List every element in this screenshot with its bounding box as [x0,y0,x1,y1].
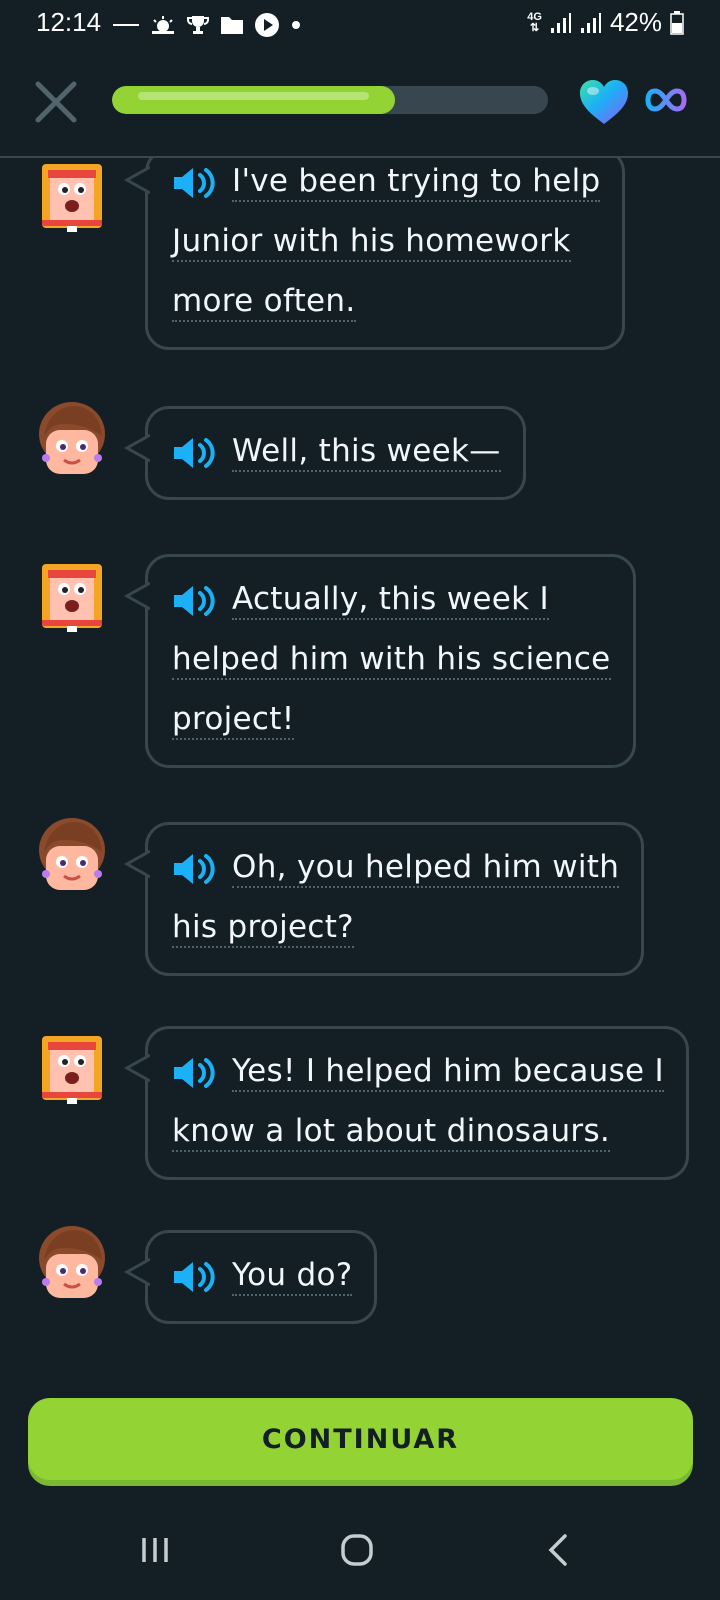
signal-icon [550,12,571,33]
recents-icon [142,1538,168,1562]
message-line: Junior with his homework [172,213,600,273]
speaker-icon[interactable] [172,1055,216,1091]
junior-woman-avatar [42,164,102,232]
message-line: Yes! I helped him because I [172,1043,665,1103]
message-line: Oh, you helped him with [172,839,620,899]
weather-icon [152,16,174,34]
lesson-header: ∞ [0,50,720,158]
message-text[interactable]: Actually, this week I [232,582,549,620]
message-line: You do? [172,1247,353,1307]
message-line: more often. [172,273,600,333]
network-indicator: 4G ⇅ [527,10,542,34]
dot-icon [292,21,300,29]
speaker-icon[interactable] [172,583,216,619]
message-bubble: I've been trying to help Junior with his… [124,158,626,350]
data-arrows-icon: ⇅ [530,21,540,34]
message-text[interactable]: Oh, you helped him with [232,850,620,888]
message-bubble: Actually, this week I helped him with hi… [124,554,636,768]
battery-icon [670,10,684,35]
message-line: project! [172,691,611,751]
bubble-tail [124,581,150,611]
signal-icon [580,12,601,33]
recents-button[interactable] [125,1528,185,1572]
message-line: I've been trying to help [172,158,601,213]
home-button[interactable] [327,1528,387,1572]
speaker-icon[interactable] [172,165,216,201]
speaker-icon[interactable] [172,851,216,887]
folder-icon [221,17,243,34]
message-text[interactable]: more often. [172,284,356,322]
infinity-icon [645,88,687,112]
brown-hair-woman-avatar [39,402,105,474]
message-bubble: Oh, you helped him with his project? [124,822,645,976]
message-text[interactable]: project! [172,702,295,740]
bubble-tail [124,165,150,195]
message-bubble: Yes! I helped him because I know a lot a… [124,1026,690,1180]
notification-icon [113,24,139,26]
message-text[interactable]: Yes! I helped him because I [232,1054,665,1092]
bubble-tail [124,433,150,463]
speaker-icon[interactable] [172,1259,216,1295]
message-text[interactable]: I've been trying to help [232,164,601,202]
bubble-tail [124,1053,150,1083]
message-text[interactable]: You do? [232,1258,353,1296]
play-icon [255,13,279,37]
back-button[interactable] [528,1528,588,1572]
brown-hair-woman-avatar [39,1226,105,1298]
message-bubble: Well, this week— [124,406,526,500]
heart-icon[interactable] [578,78,630,126]
status-bar: 12:14 4G ⇅ 42% [0,0,720,50]
home-icon [341,1534,373,1566]
message-text[interactable]: Junior with his homework [172,224,571,262]
bubble-tail [124,1257,150,1287]
message-line: Actually, this week I [172,571,611,631]
status-icons [112,10,302,40]
system-nav-bar [0,1500,720,1600]
message-text[interactable]: know a lot about dinosaurs. [172,1114,611,1152]
progress-shine [138,92,370,100]
message-text[interactable]: helped him with his science [172,642,611,680]
message-line: Well, this week— [172,423,501,483]
continue-button[interactable]: CONTINUAR [28,1398,693,1480]
brown-hair-woman-avatar [39,818,105,890]
status-time: 12:14 [36,7,102,37]
message-bubble: You do? [124,1230,378,1324]
progress-fill [112,86,396,114]
trophy-icon [187,16,209,34]
message-text[interactable]: Well, this week— [232,434,501,472]
dialogue-area: I've been trying to help Junior with his… [0,158,720,1388]
network-type: 4G [527,10,542,23]
battery-percent: 42% [609,7,662,37]
back-icon [548,1534,567,1566]
status-right: 4G ⇅ 42% [527,7,684,38]
junior-woman-avatar [42,564,102,632]
message-text[interactable]: his project? [172,910,354,948]
message-line: his project? [172,899,619,959]
message-line: helped him with his science [172,631,611,691]
lesson-progress-bar [112,86,548,114]
close-icon[interactable] [30,76,82,128]
junior-woman-avatar [42,1036,102,1104]
message-line: know a lot about dinosaurs. [172,1103,664,1163]
speaker-icon[interactable] [172,435,216,471]
bubble-tail [124,849,150,879]
